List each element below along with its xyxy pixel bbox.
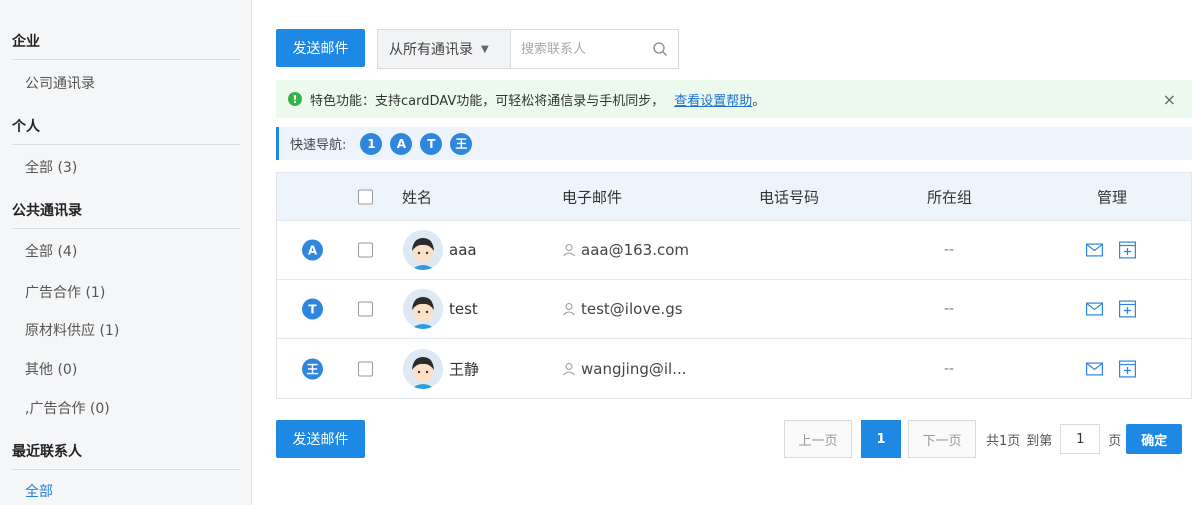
table-row: T test test@ilove.gs --	[277, 280, 1191, 339]
row-checkbox[interactable]	[358, 301, 373, 317]
person-icon	[563, 244, 575, 257]
header-manage: 管理	[1097, 188, 1128, 206]
header-name: 姓名	[402, 188, 433, 206]
contacts-table: 姓名 电子邮件 电话号码 所在组 管理 A aaa aaa@163.com --	[276, 172, 1192, 399]
confirm-button[interactable]: 确定	[1126, 424, 1183, 454]
avatar	[403, 230, 443, 270]
contact-name[interactable]: aaa	[449, 241, 477, 259]
contact-group: --	[944, 360, 955, 377]
search-box	[511, 30, 678, 68]
add-to-group-icon[interactable]	[1119, 300, 1136, 318]
contact-email[interactable]: test@ilove.gs	[562, 300, 683, 318]
goto-label: 到第	[1026, 433, 1053, 449]
sidebar-item-other[interactable]: 其他 (0)	[25, 359, 77, 379]
sidebar-item-raw-materials[interactable]: 原材料供应 (1)	[25, 320, 119, 340]
row-checkbox[interactable]	[358, 242, 373, 258]
search-input[interactable]	[521, 41, 641, 57]
contact-name[interactable]: 王静	[449, 358, 479, 379]
contact-name[interactable]: test	[449, 300, 478, 318]
add-to-group-icon[interactable]	[1119, 360, 1136, 377]
quick-nav-1[interactable]: 1	[360, 132, 383, 155]
notice-end: 。	[752, 93, 766, 109]
row-letter-badge: A	[302, 239, 323, 261]
contact-group: --	[944, 242, 955, 258]
sidebar-item-company-contacts[interactable]: 公司通讯录	[25, 73, 95, 93]
row-letter-badge: T	[302, 298, 323, 320]
select-all-checkbox[interactable]	[358, 189, 373, 204]
sidebar-item-recent-all[interactable]: 全部	[25, 481, 53, 501]
person-icon	[563, 362, 575, 375]
quick-nav: 快速导航: 1 A T 王	[276, 127, 1192, 160]
contact-email[interactable]: wangjing@il...	[562, 360, 687, 378]
search-icon[interactable]	[652, 41, 668, 57]
table-header: 姓名 电子邮件 电话号码 所在组 管理	[277, 173, 1191, 221]
prev-page-button[interactable]: 上一页	[784, 420, 852, 458]
sidebar: 企业 公司通讯录 个人 全部 (3) 公共通讯录 全部 (4) 广告合作 (1)…	[0, 0, 252, 505]
table-row: 王 王静 wangjing@il... --	[277, 339, 1191, 398]
mail-icon[interactable]	[1086, 302, 1103, 316]
quick-nav-t[interactable]: T	[420, 132, 443, 155]
add-to-group-icon[interactable]	[1119, 241, 1136, 259]
table-row: A aaa aaa@163.com --	[277, 221, 1191, 280]
feature-notice: ! 特色功能：支持cardDAV功能，可轻松将通信录与手机同步， 查看设置帮助 …	[276, 80, 1192, 118]
sidebar-item-ad-cooperation[interactable]: 广告合作 (1)	[25, 282, 105, 302]
contact-email[interactable]: aaa@163.com	[562, 241, 689, 259]
sidebar-section-recent: 最近联系人	[12, 441, 240, 470]
sidebar-section-public: 公共通讯录	[12, 200, 240, 229]
scope-select[interactable]: 从所有通讯录 ▼	[378, 30, 511, 68]
next-page-button[interactable]: 下一页	[908, 420, 976, 458]
notice-text: 特色功能：支持cardDAV功能，可轻松将通信录与手机同步，	[310, 93, 665, 109]
page-unit-label: 页	[1108, 433, 1122, 449]
quick-nav-label: 快速导航:	[290, 138, 347, 153]
quick-nav-wang[interactable]: 王	[450, 132, 473, 155]
total-pages: 共1页	[986, 433, 1021, 449]
header-phone: 电话号码	[759, 188, 820, 206]
avatar	[403, 348, 443, 389]
avatar	[403, 289, 443, 329]
page-number-input[interactable]	[1060, 424, 1101, 454]
pagination: 上一页 1 下一页 共1页 到第 页 确定	[784, 420, 1183, 458]
header-email: 电子邮件	[562, 188, 623, 206]
row-letter-badge: 王	[302, 358, 323, 379]
mail-icon[interactable]	[1086, 362, 1103, 375]
close-icon[interactable]: ×	[1163, 90, 1176, 109]
setup-help-link[interactable]: 查看设置帮助	[674, 90, 752, 109]
send-mail-button-bottom[interactable]: 发送邮件	[276, 420, 365, 458]
contact-email-text: aaa@163.com	[581, 241, 690, 259]
send-mail-button[interactable]: 发送邮件	[276, 29, 365, 67]
row-actions	[1086, 300, 1136, 318]
contact-group: --	[944, 301, 955, 317]
scope-select-label: 从所有通讯录	[389, 42, 473, 58]
header-group: 所在组	[927, 188, 973, 206]
contact-email-text: test@ilove.gs	[581, 300, 683, 318]
info-icon: !	[288, 92, 302, 106]
person-icon	[563, 303, 575, 316]
contact-filter: 从所有通讯录 ▼	[377, 29, 679, 69]
main-panel: 发送邮件 从所有通讯录 ▼ ! 特色功能：支持cardDAV功能，可轻松将通信录…	[276, 0, 1192, 505]
row-actions	[1086, 241, 1136, 259]
mail-icon[interactable]	[1086, 243, 1103, 257]
caret-down-icon: ▼	[481, 43, 489, 55]
sidebar-item-public-all[interactable]: 全部 (4)	[25, 241, 77, 261]
sidebar-item-personal-all[interactable]: 全部 (3)	[25, 157, 77, 177]
row-actions	[1086, 360, 1136, 377]
quick-nav-a[interactable]: A	[390, 132, 413, 155]
row-checkbox[interactable]	[358, 361, 373, 376]
sidebar-section-personal: 个人	[12, 116, 240, 145]
current-page-button[interactable]: 1	[861, 420, 901, 458]
sidebar-item-ad-cooperation-2[interactable]: ,广告合作 (0)	[25, 398, 110, 418]
sidebar-section-enterprise: 企业	[12, 31, 240, 60]
contact-email-text: wangjing@il...	[581, 359, 687, 378]
